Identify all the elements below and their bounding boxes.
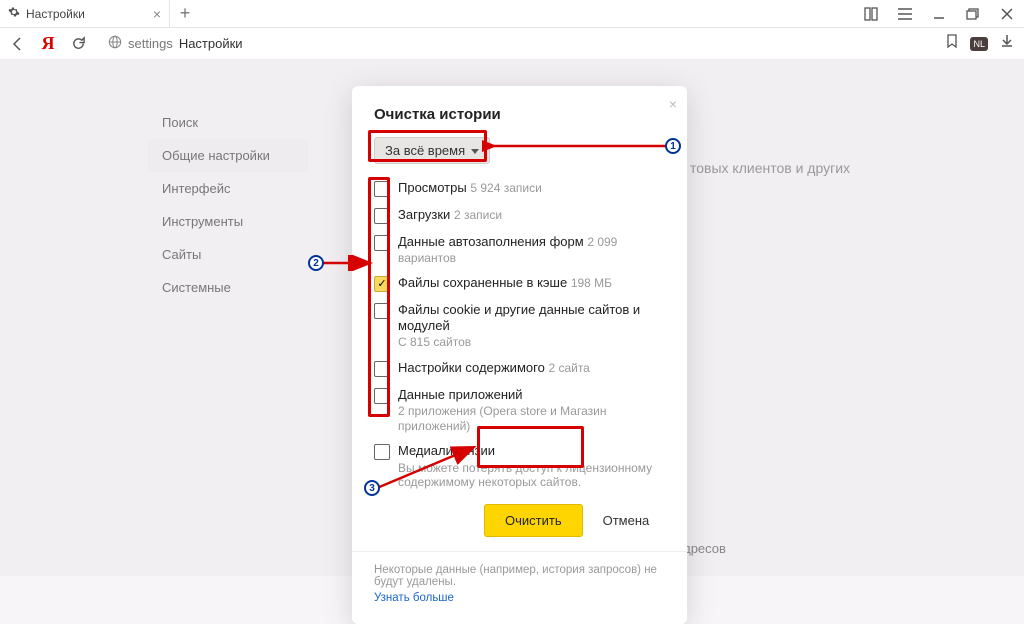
download-icon[interactable] — [1000, 34, 1014, 53]
tab-title: Настройки — [26, 7, 85, 21]
sidebar-item-tools[interactable]: Инструменты — [148, 205, 308, 238]
maximize-button[interactable] — [956, 0, 990, 27]
annotation-box-range — [368, 130, 487, 162]
dialog-actions: Очистить Отмена — [484, 504, 665, 537]
titlebar: Настройки × + — [0, 0, 1024, 28]
gear-icon — [8, 6, 20, 21]
yandex-logo[interactable]: Я — [40, 36, 56, 52]
check-row-browsing: Просмотры 5 924 записи — [374, 180, 665, 197]
learn-more-link[interactable]: Узнать больше — [374, 592, 454, 604]
browser-tab[interactable]: Настройки × — [0, 0, 170, 27]
dialog-title: Очистка истории — [374, 106, 665, 123]
close-window-button[interactable] — [990, 0, 1024, 27]
divider — [352, 551, 687, 552]
sidebar-item-general[interactable]: Общие настройки — [148, 139, 308, 172]
close-tab-icon[interactable]: × — [153, 6, 161, 22]
cancel-button[interactable]: Отмена — [597, 504, 656, 537]
bookmark-icon[interactable] — [946, 34, 958, 53]
check-row-cache: ✓Файлы сохраненные в кэше 198 МБ — [374, 275, 665, 292]
close-dialog-button[interactable]: × — [669, 96, 677, 112]
globe-icon — [108, 35, 122, 52]
panel-icon[interactable] — [854, 0, 888, 27]
address-bar-row: Я settings Настройки NL — [0, 28, 1024, 60]
annotation-badge-3: 3 — [364, 480, 380, 496]
annotation-box-checks — [368, 177, 390, 417]
sidebar-item-search[interactable]: Поиск — [148, 106, 308, 139]
annotation-badge-2: 2 — [308, 255, 324, 271]
new-tab-button[interactable]: + — [170, 0, 200, 27]
url-path: Настройки — [179, 36, 243, 51]
sidebar-item-interface[interactable]: Интерфейс — [148, 172, 308, 205]
menu-icon[interactable] — [888, 0, 922, 27]
clear-history-dialog: × Очистка истории За всё время Просмотры… — [352, 86, 687, 624]
sidebar-item-system[interactable]: Системные — [148, 271, 308, 304]
page-content: Поиск Общие настройки Интерфейс Инструме… — [0, 60, 1024, 576]
back-button[interactable] — [10, 36, 26, 52]
check-row-content: Настройки содержимого 2 сайта — [374, 360, 665, 377]
settings-sidebar: Поиск Общие настройки Интерфейс Инструме… — [148, 106, 308, 304]
url-host: settings — [128, 36, 173, 51]
checkbox[interactable] — [374, 444, 390, 460]
clear-button[interactable]: Очистить — [484, 504, 583, 537]
sidebar-item-sites[interactable]: Сайты — [148, 238, 308, 271]
annotation-badge-1: 1 — [665, 138, 681, 154]
background-text: товых клиентов и других — [690, 160, 850, 176]
address-bar[interactable]: settings Настройки — [100, 35, 932, 52]
minimize-button[interactable] — [922, 0, 956, 27]
window-controls — [854, 0, 1024, 27]
extension-badge[interactable]: NL — [970, 37, 988, 51]
check-row-autofill: Данные автозаполнения форм 2 099 вариант… — [374, 234, 665, 265]
reload-button[interactable] — [70, 36, 86, 52]
check-row-cookies: Файлы cookie и другие данные сайтов и мо… — [374, 302, 665, 350]
check-row-downloads: Загрузки 2 записи — [374, 207, 665, 224]
annotation-box-clear — [477, 426, 584, 468]
toolbar-right: NL — [946, 34, 1014, 53]
